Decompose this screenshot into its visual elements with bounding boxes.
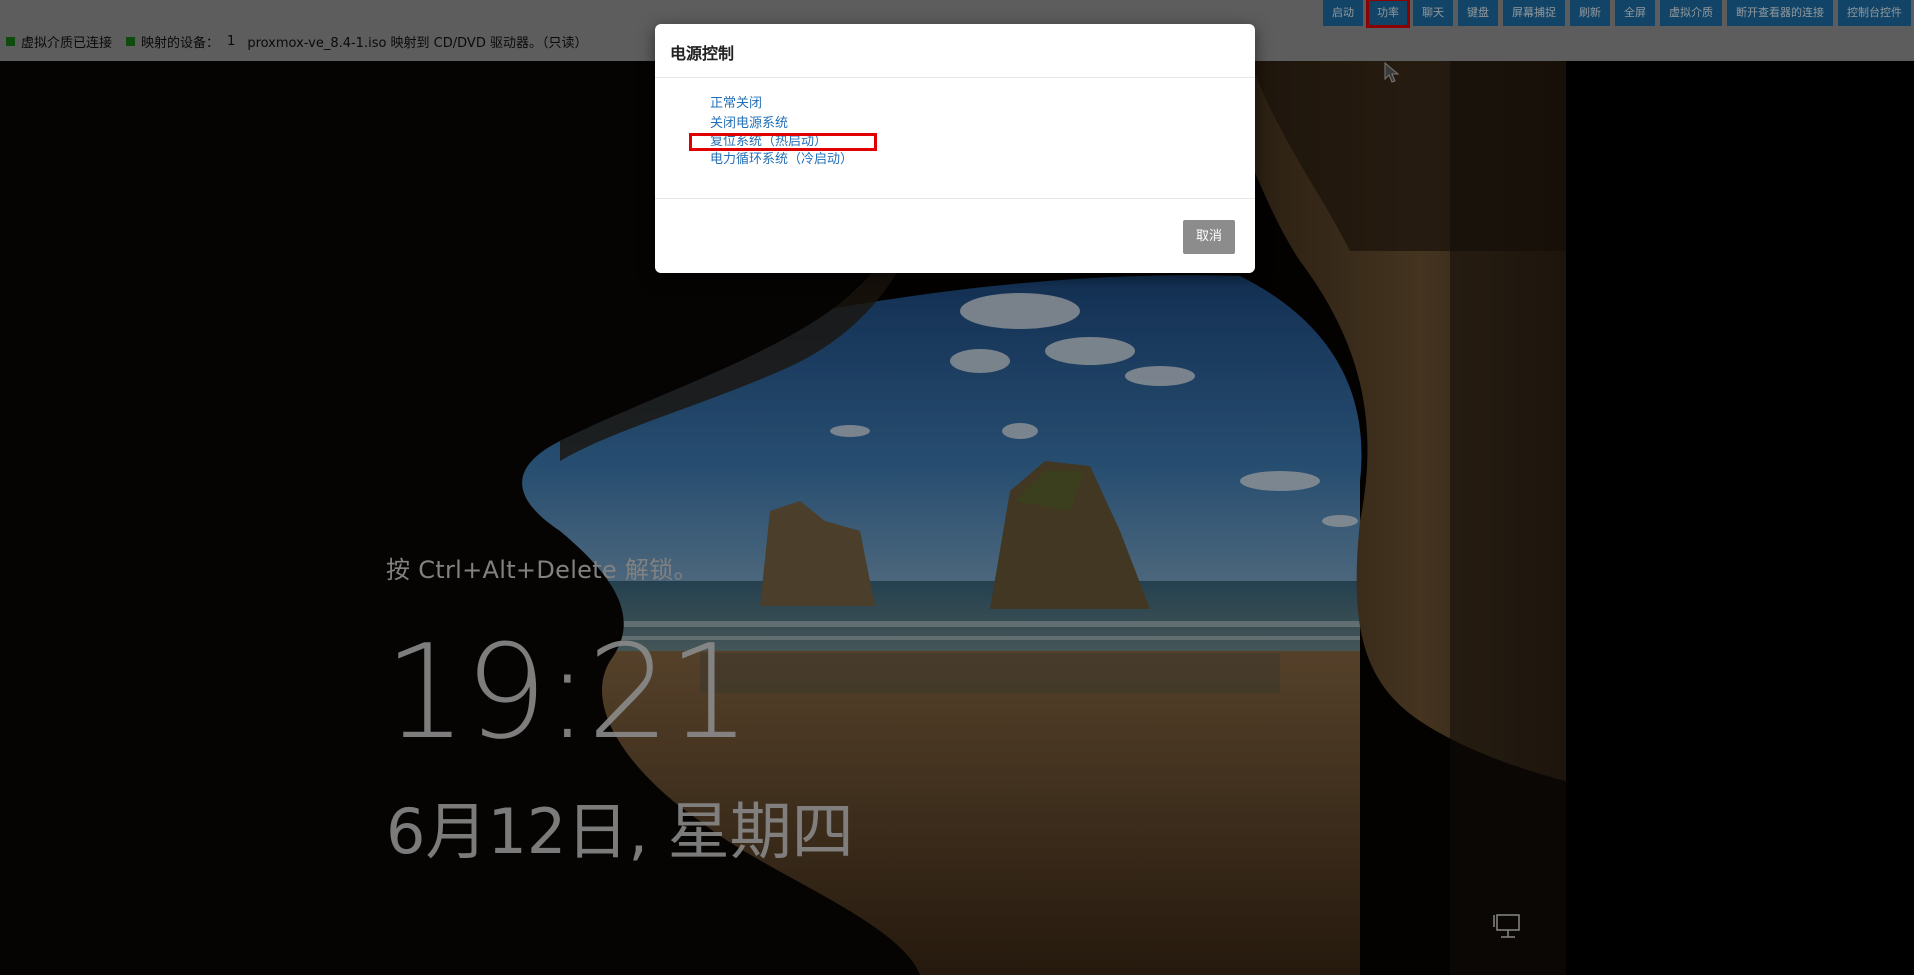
cancel-button[interactable]: 取消 bbox=[1183, 220, 1235, 254]
dialog-footer: 取消 bbox=[655, 199, 1255, 272]
graceful-shutdown-link[interactable]: 正常关闭 bbox=[710, 94, 762, 114]
power-cycle-link[interactable]: 电力循环系统（冷启动） bbox=[710, 150, 853, 170]
power-options-list: 正常关闭 关闭电源系统 复位系统（热启动） 电力循环系统（冷启动） bbox=[655, 78, 1255, 199]
mouse-cursor-icon bbox=[1384, 62, 1400, 83]
warm-reset-link[interactable]: 复位系统（热启动） bbox=[689, 133, 877, 151]
power-off-system-link[interactable]: 关闭电源系统 bbox=[710, 114, 788, 134]
dialog-title: 电源控制 bbox=[655, 24, 1255, 78]
power-control-dialog: 电源控制 正常关闭 关闭电源系统 复位系统（热启动） 电力循环系统（冷启动） 取… bbox=[655, 24, 1255, 273]
